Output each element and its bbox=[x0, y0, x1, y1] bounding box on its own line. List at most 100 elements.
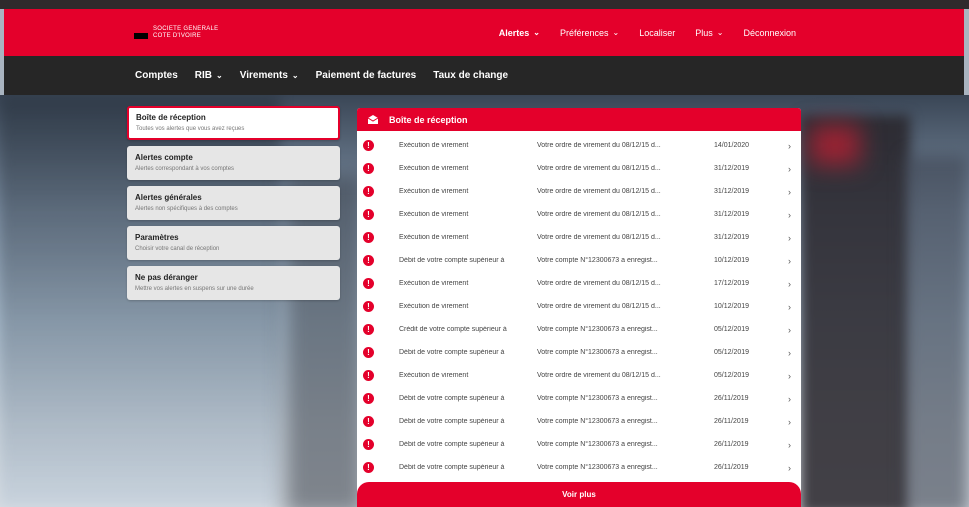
row-message: Votre ordre de virement du 08/12/15 d... bbox=[537, 165, 661, 172]
row-subject: Exécution de virement bbox=[399, 211, 469, 218]
mainnav-virements[interactable]: Virements ⌄ bbox=[240, 70, 299, 81]
row-message: Votre ordre de virement du 08/12/15 d... bbox=[537, 372, 661, 379]
envelope-icon bbox=[367, 114, 379, 125]
row-subject: Exécution de virement bbox=[399, 280, 469, 287]
topnav-preferences[interactable]: Préférences ⌄ bbox=[560, 28, 619, 38]
inbox-row[interactable]: ! Exécution de virement Votre ordre de vir… bbox=[357, 157, 801, 180]
sidebar-item-title: Boîte de réception bbox=[136, 113, 206, 122]
inbox-header: Boîte de réception bbox=[357, 108, 801, 131]
inbox-row[interactable]: ! Crédit de votre compte supérieur à Votre… bbox=[357, 318, 801, 341]
inbox-row[interactable]: ! Débit de votre compte supérieur à Votre … bbox=[357, 341, 801, 364]
inbox-row[interactable]: ! Exécution de virement Votre ordre de vir… bbox=[357, 134, 801, 157]
mainnav-paiement-de-factures[interactable]: Paiement de factures bbox=[316, 70, 417, 81]
topnav-label: Déconnexion bbox=[743, 27, 796, 38]
inbox-row[interactable]: ! Débit de votre compte supérieur à Votre … bbox=[357, 249, 801, 272]
row-date: 26/11/2019 bbox=[714, 464, 749, 471]
chevron-right-icon: › bbox=[788, 209, 791, 220]
mainnav-comptes[interactable]: Comptes bbox=[135, 70, 178, 81]
mainnav-label: Virements bbox=[239, 70, 288, 81]
inbox-row[interactable]: ! Exécution de virement Votre ordre de vir… bbox=[357, 203, 801, 226]
alert-icon: ! bbox=[363, 232, 374, 243]
row-message: Votre compte N°12300673 a enregist... bbox=[537, 418, 658, 425]
sidebar-item-subtitle: Alertes non spécifiques à des comptes bbox=[135, 206, 238, 212]
alert-icon: ! bbox=[363, 186, 374, 197]
alert-icon: ! bbox=[363, 370, 374, 381]
chevron-down-icon: ⌄ bbox=[716, 28, 724, 37]
inbox-row[interactable]: ! Débit de votre compte supérieur à Votre … bbox=[357, 410, 801, 433]
row-message: Votre ordre de virement du 08/12/15 d... bbox=[537, 188, 661, 195]
topnav-deconnexion[interactable]: Déconnexion bbox=[743, 28, 796, 38]
row-subject: Débit de votre compte supérieur à bbox=[399, 418, 505, 425]
row-message: Votre ordre de virement du 08/12/15 d... bbox=[537, 142, 661, 149]
sidebar-item-title: Alertes compte bbox=[135, 153, 193, 162]
row-message: Votre compte N°12300673 a enregist... bbox=[537, 395, 658, 402]
row-date: 31/12/2019 bbox=[714, 188, 750, 195]
row-date: 14/01/2020 bbox=[714, 142, 750, 149]
sidebar-item-subtitle: Toutes vos alertes que vous avez reçues bbox=[136, 126, 245, 132]
alerts-sidebar: Boîte de réception Toutes vos alertes que… bbox=[127, 106, 340, 306]
row-subject: Exécution de virement bbox=[399, 372, 469, 379]
row-date: 05/12/2019 bbox=[714, 349, 750, 356]
row-date: 10/12/2019 bbox=[714, 257, 750, 264]
row-message: Votre compte N°12300673 a enregist... bbox=[537, 441, 658, 448]
alert-icon: ! bbox=[363, 462, 374, 473]
mainnav-label: Comptes bbox=[135, 70, 178, 81]
topnav-label: Plus bbox=[695, 27, 713, 38]
see-more-button[interactable]: Voir plus bbox=[357, 482, 801, 507]
chevron-down-icon: ⌄ bbox=[291, 71, 299, 80]
chevron-down-icon: ⌄ bbox=[612, 28, 620, 37]
top-nav: Alertes ⌄ Préférences ⌄ Localiser Plus ⌄ Déconn… bbox=[499, 9, 796, 56]
inbox-title: Boîte de réception bbox=[389, 114, 468, 125]
inbox-row[interactable]: ! Débit de votre compte supérieur à Votre … bbox=[357, 456, 801, 479]
main-navbar: Comptes RIB ⌄ Virements ⌄ Paiement de facture… bbox=[4, 56, 964, 95]
sidebar-item[interactable]: Alertes compte Alertes correspondant à vo… bbox=[127, 146, 340, 180]
topnav-plus[interactable]: Plus ⌄ bbox=[695, 28, 723, 38]
row-message: Votre ordre de virement du 08/12/15 d... bbox=[537, 303, 661, 310]
row-date: 05/12/2019 bbox=[714, 372, 750, 379]
row-message: Votre compte N°12300673 a enregist... bbox=[537, 464, 658, 471]
row-date: 26/11/2019 bbox=[714, 441, 749, 448]
row-message: Votre compte N°12300673 a enregist... bbox=[537, 349, 658, 356]
sidebar-item[interactable]: Paramètres Choisir votre canal de récepti… bbox=[127, 226, 340, 260]
alert-icon: ! bbox=[363, 255, 374, 266]
sidebar-item-title: Paramètres bbox=[135, 233, 179, 242]
mainnav-taux-de-change[interactable]: Taux de change bbox=[433, 70, 508, 81]
chevron-right-icon: › bbox=[788, 278, 791, 289]
row-message: Votre compte N°12300673 a enregist... bbox=[537, 257, 658, 264]
alert-icon: ! bbox=[363, 439, 374, 450]
inbox-row[interactable]: ! Exécution de virement Votre ordre de vir… bbox=[357, 180, 801, 203]
inbox-row[interactable]: ! Exécution de virement Votre ordre de vir… bbox=[357, 272, 801, 295]
row-subject: Exécution de virement bbox=[399, 142, 469, 149]
sidebar-item[interactable]: Alertes générales Alertes non spécifiques… bbox=[127, 186, 340, 220]
inbox-row[interactable]: ! Exécution de virement Votre ordre de vir… bbox=[357, 295, 801, 318]
chevron-right-icon: › bbox=[788, 324, 791, 335]
row-subject: Débit de votre compte supérieur à bbox=[399, 257, 505, 264]
alert-icon: ! bbox=[363, 209, 374, 220]
inbox-row[interactable]: ! Débit de votre compte supérieur à Votre … bbox=[357, 433, 801, 456]
row-subject: Débit de votre compte supérieur à bbox=[399, 464, 505, 471]
sidebar-item-subtitle: Alertes correspondant à vos comptes bbox=[135, 166, 235, 172]
topnav-localiser[interactable]: Localiser bbox=[639, 28, 675, 38]
inbox-row[interactable]: ! Débit de votre compte supérieur à Votre … bbox=[357, 387, 801, 410]
row-message: Votre ordre de virement du 08/12/15 d... bbox=[537, 211, 661, 218]
brand-logo[interactable]: SOCIETE GENERALE COTE D'IVOIRE bbox=[134, 26, 218, 40]
chevron-right-icon: › bbox=[788, 347, 791, 358]
sidebar-item[interactable]: Boîte de réception Toutes vos alertes que… bbox=[127, 106, 340, 140]
sidebar-item[interactable]: Ne pas déranger Mettre vos alertes en sus… bbox=[127, 266, 340, 300]
sidebar-item-subtitle: Choisir votre canal de réception bbox=[135, 246, 220, 252]
mainnav-label: Taux de change bbox=[433, 70, 509, 81]
chevron-down-icon: ⌄ bbox=[216, 71, 223, 80]
row-subject: Crédit de votre compte supérieur à bbox=[399, 326, 507, 333]
chevron-right-icon: › bbox=[788, 186, 791, 197]
row-subject: Débit de votre compte supérieur à bbox=[399, 441, 505, 448]
chevron-right-icon: › bbox=[788, 439, 791, 450]
inbox-row[interactable]: ! Exécution de virement Votre ordre de vir… bbox=[357, 226, 801, 249]
mainnav-rib[interactable]: RIB ⌄ bbox=[195, 70, 223, 81]
chevron-right-icon: › bbox=[788, 301, 791, 312]
topnav-label: Préférences bbox=[559, 27, 609, 38]
chevron-right-icon: › bbox=[788, 393, 791, 404]
chevron-right-icon: › bbox=[788, 255, 791, 266]
topnav-alertes[interactable]: Alertes ⌄ bbox=[499, 28, 540, 38]
row-subject: Exécution de virement bbox=[399, 234, 469, 241]
inbox-row[interactable]: ! Exécution de virement Votre ordre de vir… bbox=[357, 364, 801, 387]
